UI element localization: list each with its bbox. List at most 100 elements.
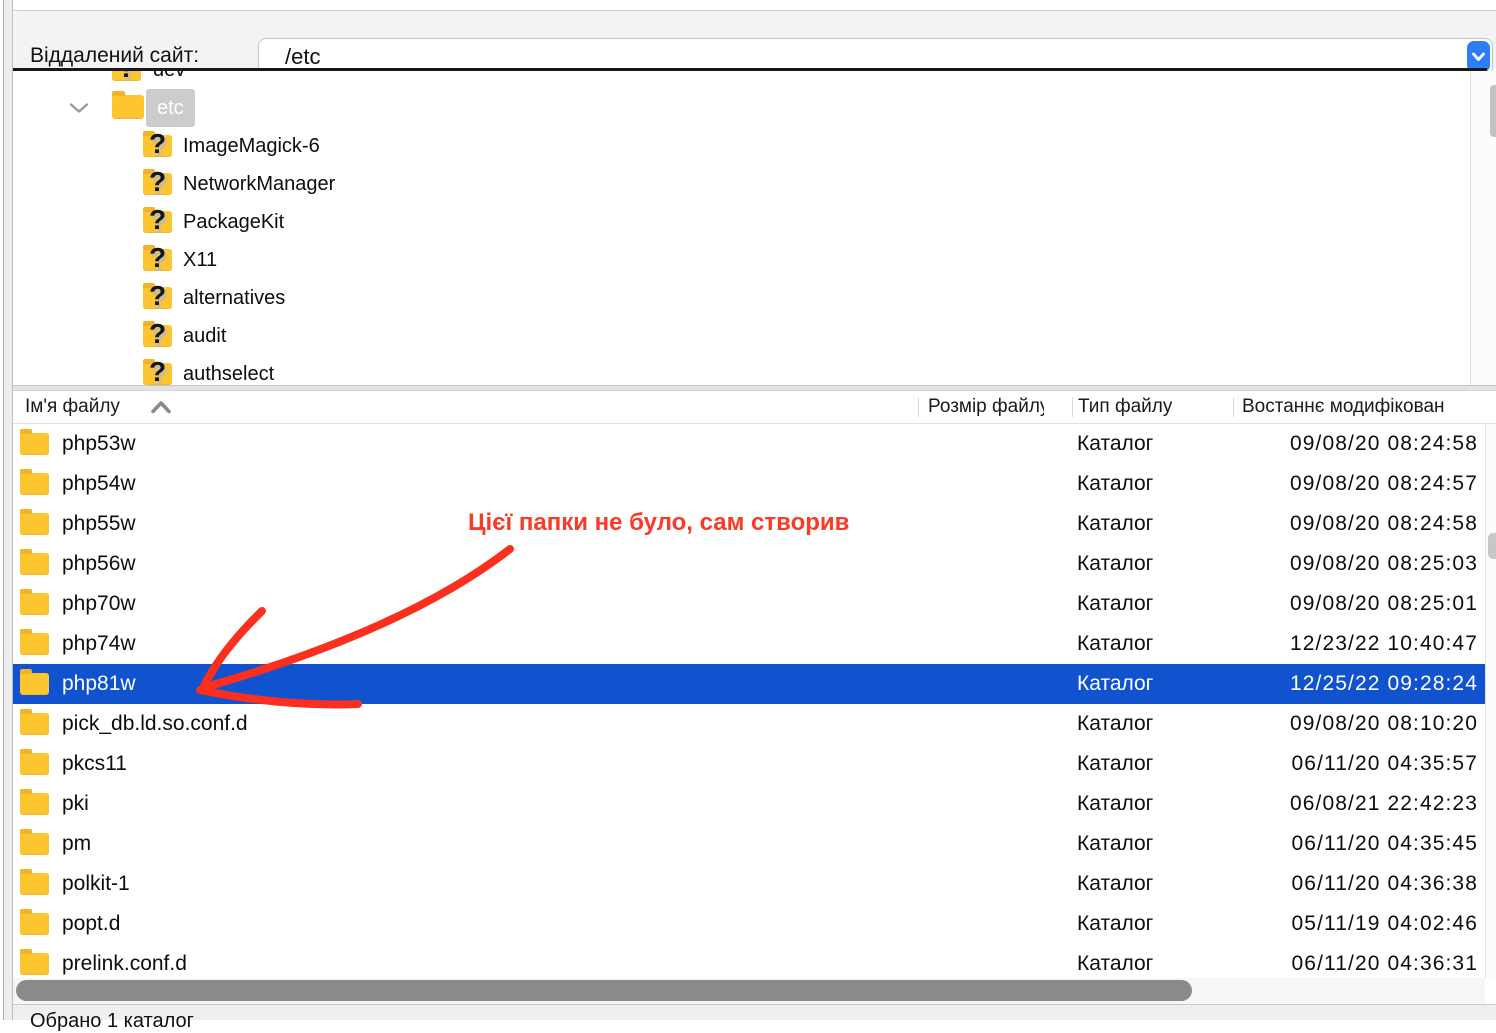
- selected-tree-item-label: etc: [146, 89, 195, 127]
- folder-icon: [20, 473, 49, 495]
- status-bar: Обрано 1 каталог: [13, 1004, 1496, 1020]
- file-name: pkcs11: [62, 744, 127, 784]
- folder-icon: [20, 833, 49, 855]
- tree-item-etc[interactable]: etc: [13, 89, 1466, 127]
- column-divider[interactable]: [1233, 397, 1234, 417]
- horizontal-scrollbar[interactable]: [13, 978, 1485, 1004]
- folder-question-icon: [143, 249, 172, 271]
- folder-icon: [20, 553, 49, 575]
- file-name: pm: [62, 824, 91, 864]
- file-modified: 09/08/20 08:24:57: [1290, 464, 1478, 504]
- tree-item[interactable]: audit: [13, 317, 1496, 355]
- folder-icon: [20, 873, 49, 895]
- column-divider[interactable]: [918, 397, 919, 417]
- file-type: Каталог: [1077, 744, 1153, 784]
- tree-item[interactable]: alternatives: [13, 279, 1496, 317]
- file-row[interactable]: php74w Каталог 12/23/22 10:40:47: [13, 624, 1485, 664]
- tree-item[interactable]: X11: [13, 241, 1496, 279]
- column-divider[interactable]: [1072, 397, 1073, 417]
- file-type: Каталог: [1077, 824, 1153, 864]
- column-header-modified[interactable]: Востаннє модифікован: [1242, 391, 1494, 423]
- file-list-scrollbar-thumb[interactable]: [1488, 533, 1496, 559]
- file-name: php74w: [62, 624, 136, 664]
- file-row[interactable]: popt.d Каталог 05/11/19 04:02:46: [13, 904, 1485, 944]
- tree-item-label: X11: [183, 241, 217, 279]
- file-name: pick_db.ld.so.conf.d: [62, 704, 248, 744]
- tree-item[interactable]: authselect: [13, 355, 1496, 385]
- file-row[interactable]: polkit-1 Каталог 06/11/20 04:36:38: [13, 864, 1485, 904]
- file-row[interactable]: pick_db.ld.so.conf.d Каталог 09/08/20 08…: [13, 704, 1485, 744]
- file-row[interactable]: php56w Каталог 09/08/20 08:25:03: [13, 544, 1485, 584]
- tree-item[interactable]: ImageMagick-6: [13, 127, 1496, 165]
- file-type: Каталог: [1077, 664, 1153, 704]
- file-modified: 09/08/20 08:25:03: [1290, 544, 1478, 584]
- file-modified: 06/08/21 22:42:23: [1290, 784, 1478, 824]
- folder-icon: [20, 753, 49, 775]
- folder-icon: [20, 513, 49, 535]
- file-row[interactable]: pkcs11 Каталог 06/11/20 04:35:57: [13, 744, 1485, 784]
- file-row[interactable]: php70w Каталог 09/08/20 08:25:01: [13, 584, 1485, 624]
- remote-panel: Віддалений сайт: /etc dev etc: [13, 0, 1496, 1020]
- column-header-size[interactable]: Розмір файлу: [928, 391, 1044, 423]
- file-modified: 05/11/19 04:02:46: [1292, 904, 1478, 944]
- tree-scrollbar-thumb[interactable]: [1490, 85, 1496, 137]
- folder-question-icon: [112, 71, 141, 81]
- column-header-name[interactable]: Ім'я файлу: [25, 391, 120, 423]
- file-name: popt.d: [62, 904, 120, 944]
- file-modified: 06/11/20 04:35:45: [1292, 824, 1478, 864]
- tree-item-label: audit: [183, 317, 226, 355]
- chevron-down-icon: [1471, 52, 1486, 62]
- tree-item[interactable]: PackageKit: [13, 203, 1496, 241]
- folder-icon: [20, 433, 49, 455]
- file-row[interactable]: pm Каталог 06/11/20 04:35:45: [13, 824, 1485, 864]
- file-row[interactable]: php55w Каталог 09/08/20 08:24:58: [13, 504, 1485, 544]
- file-type: Каталог: [1077, 784, 1153, 824]
- file-modified: 09/08/20 08:24:58: [1290, 504, 1478, 544]
- file-type: Каталог: [1077, 904, 1153, 944]
- folder-question-icon: [143, 287, 172, 309]
- file-type: Каталог: [1077, 864, 1153, 904]
- tree-item-label: NetworkManager: [183, 165, 335, 203]
- file-name: php54w: [62, 464, 136, 504]
- file-type: Каталог: [1077, 424, 1153, 464]
- file-modified: 09/08/20 08:25:01: [1290, 584, 1478, 624]
- folder-icon: [20, 793, 49, 815]
- file-modified: 06/11/20 04:36:38: [1292, 864, 1478, 904]
- file-list-scrollbar[interactable]: [1485, 424, 1496, 978]
- folder-icon: [20, 593, 49, 615]
- file-row[interactable]: php53w Каталог 09/08/20 08:24:58: [13, 424, 1485, 464]
- file-type: Каталог: [1077, 464, 1153, 504]
- status-text: Обрано 1 каталог: [30, 1010, 194, 1033]
- file-modified: 09/08/20 08:24:58: [1290, 424, 1478, 464]
- adjacent-pane-edge: [0, 0, 13, 1020]
- folder-icon: [112, 95, 144, 119]
- horizontal-scrollbar-thumb[interactable]: [16, 980, 1192, 1001]
- folder-question-icon: [143, 363, 172, 385]
- file-name: pki: [62, 784, 89, 824]
- column-header-type[interactable]: Тип файлу: [1078, 391, 1172, 423]
- folder-question-icon: [143, 173, 172, 195]
- folder-icon: [20, 953, 49, 975]
- file-modified: 12/23/22 10:40:47: [1290, 624, 1478, 664]
- file-name: php53w: [62, 424, 136, 464]
- tree-item-dev[interactable]: dev: [13, 71, 1466, 89]
- file-type: Каталог: [1077, 504, 1153, 544]
- file-type: Каталог: [1077, 544, 1153, 584]
- tree-item-label: alternatives: [183, 279, 285, 317]
- file-row[interactable]: pki Каталог 06/08/21 22:42:23: [13, 784, 1485, 824]
- file-row[interactable]: php54w Каталог 09/08/20 08:24:57: [13, 464, 1485, 504]
- folder-icon: [20, 713, 49, 735]
- tree-item-label: PackageKit: [183, 203, 284, 241]
- file-row[interactable]: php81w Каталог 12/25/22 09:28:24: [13, 664, 1485, 704]
- remote-site-bar: Віддалений сайт: /etc: [13, 11, 1496, 68]
- folder-icon: [20, 913, 49, 935]
- file-type: Каталог: [1077, 704, 1153, 744]
- folder-question-icon: [143, 211, 172, 233]
- tree-scrollbar[interactable]: [1471, 71, 1496, 385]
- file-type: Каталог: [1077, 584, 1153, 624]
- file-type: Каталог: [1077, 624, 1153, 664]
- folder-question-icon: [143, 325, 172, 347]
- tree-item[interactable]: NetworkManager: [13, 165, 1496, 203]
- panel-top-border: [13, 0, 1496, 11]
- chevron-down-icon[interactable]: [69, 102, 89, 114]
